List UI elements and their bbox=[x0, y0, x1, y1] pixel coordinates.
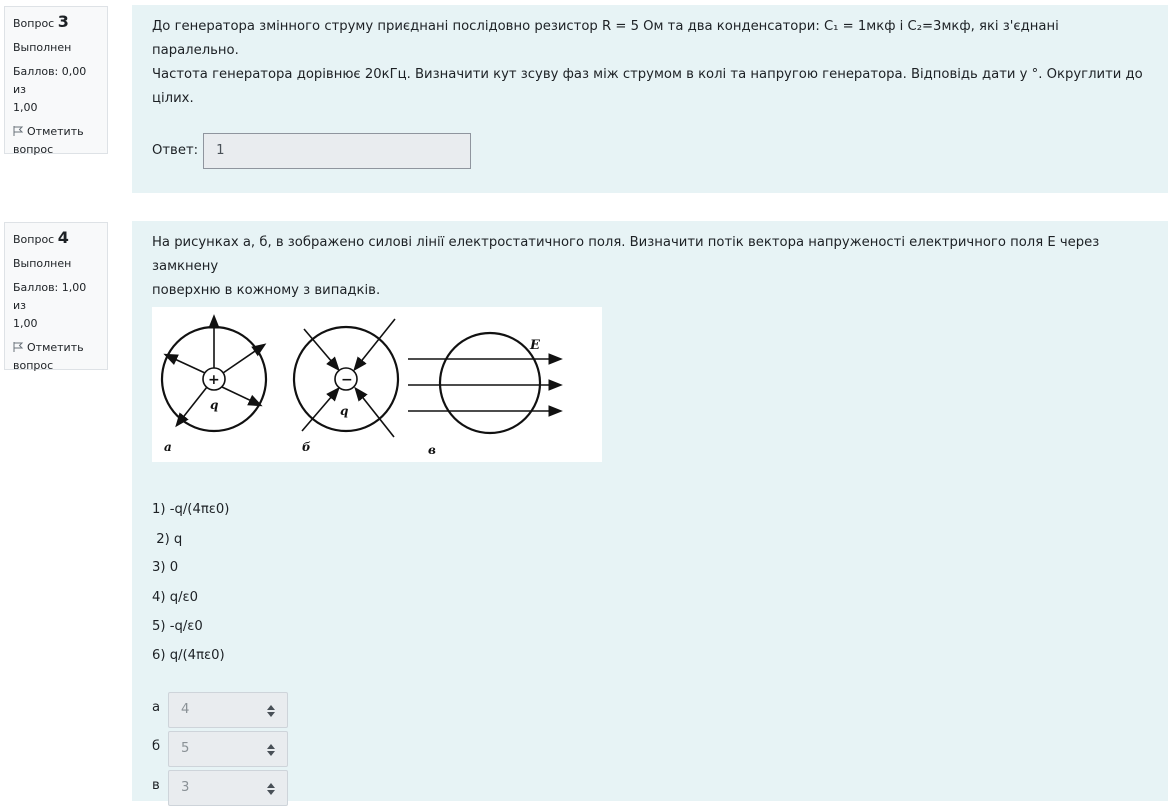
select-row-c: в 3 bbox=[152, 770, 1148, 809]
flag-label-2: вопрос bbox=[13, 359, 54, 372]
question-3-content: До генератора змінного струму приєднані … bbox=[132, 5, 1168, 193]
answer-select-c[interactable]: 3 bbox=[168, 770, 288, 806]
answer-options: 1) -q/(4πε0) 2) q 3) 0 4) q/ε0 5) -q/ε0 … bbox=[152, 498, 1148, 672]
answer-row: Ответ: 1 bbox=[152, 133, 1148, 169]
flag-label-2: вопрос bbox=[13, 143, 54, 156]
question-text: До генератора змінного струму приєднані … bbox=[152, 15, 1148, 111]
select-label: в bbox=[152, 778, 160, 793]
flag-icon bbox=[13, 126, 24, 136]
select-arrows-icon bbox=[267, 744, 275, 756]
question-text: На рисунках а, б, в зображено силові лін… bbox=[152, 231, 1148, 303]
question-label: Вопрос bbox=[13, 17, 55, 30]
flag-label-1: Отметить bbox=[27, 341, 84, 354]
question-number: Вопрос 3 bbox=[13, 13, 99, 33]
select-value: 3 bbox=[181, 780, 190, 795]
select-arrows-icon bbox=[267, 783, 275, 795]
option-item: 1) -q/(4πε0) bbox=[152, 502, 230, 517]
question-3-info: Вопрос 3 Выполнен Баллов: 0,00 из 1,00 От… bbox=[4, 6, 108, 156]
select-row-a: а 4 bbox=[152, 692, 1148, 731]
option-item: 3) 0 bbox=[152, 560, 179, 575]
match-selects: а 4 б 5 в 3 bbox=[152, 692, 1148, 809]
question-grade: Баллов: 0,00 из 1,00 bbox=[13, 63, 99, 117]
grade-line-2: 1,00 bbox=[13, 317, 38, 330]
flag-icon bbox=[13, 342, 24, 352]
minus-sign: − bbox=[341, 372, 353, 388]
question-state: Выполнен bbox=[13, 257, 72, 270]
select-label: а bbox=[152, 700, 161, 715]
grade-line-2: 1,00 bbox=[13, 101, 38, 114]
question-grade: Баллов: 1,00 из 1,00 bbox=[13, 279, 99, 333]
flag-label-1: Отметить bbox=[27, 125, 84, 138]
question-number-value: 4 bbox=[57, 228, 69, 247]
option-item: 2) q bbox=[152, 532, 183, 547]
select-value: 4 bbox=[181, 702, 190, 717]
select-arrows-icon bbox=[267, 705, 275, 717]
question-text-line: До генератора змінного струму приєднані … bbox=[152, 19, 1059, 58]
question-number-value: 3 bbox=[57, 12, 69, 31]
field-lines-figure: + q а − q б E в bbox=[152, 307, 602, 462]
answer-input[interactable]: 1 bbox=[203, 133, 472, 169]
question-state: Выполнен bbox=[13, 41, 72, 54]
figure-label-c: в bbox=[428, 443, 436, 457]
option-item: 4) q/ε0 bbox=[152, 590, 199, 605]
answer-select-b[interactable]: 5 bbox=[168, 731, 288, 767]
select-value: 5 bbox=[181, 741, 190, 756]
figure-label-b: б bbox=[302, 440, 311, 454]
question-text-line: Частота генератора дорівнює 20кГц. Визна… bbox=[152, 67, 1143, 82]
question-text-line: На рисунках а, б, в зображено силові лін… bbox=[152, 235, 1100, 274]
flag-question-link[interactable]: Отметить вопрос bbox=[13, 123, 99, 159]
select-label: б bbox=[152, 739, 161, 754]
flag-question-link[interactable]: Отметить вопрос bbox=[13, 339, 99, 375]
question-4-info: Вопрос 4 Выполнен Баллов: 1,00 из 1,00 От… bbox=[4, 222, 108, 372]
select-row-b: б 5 bbox=[152, 731, 1148, 770]
answer-select-a[interactable]: 4 bbox=[168, 692, 288, 728]
question-4-content: На рисунках а, б, в зображено силові лін… bbox=[132, 221, 1168, 806]
question-number: Вопрос 4 bbox=[13, 229, 99, 249]
grade-line-1: Баллов: 0,00 из bbox=[13, 65, 87, 96]
answer-label: Ответ: bbox=[152, 143, 199, 158]
grade-line-1: Баллов: 1,00 из bbox=[13, 281, 87, 312]
question-text-line: поверхню в кожному з випадків. bbox=[152, 283, 381, 298]
field-label-e: E bbox=[529, 338, 541, 353]
option-item: 5) -q/ε0 bbox=[152, 619, 203, 634]
question-label: Вопрос bbox=[13, 233, 55, 246]
plus-sign: + bbox=[208, 372, 220, 388]
charge-label-a: q bbox=[210, 398, 218, 412]
option-item: 6) q/(4πε0) bbox=[152, 648, 225, 663]
question-text-line: цілих. bbox=[152, 91, 194, 106]
charge-label-b: q bbox=[340, 404, 348, 418]
figure-label-a: а bbox=[164, 440, 172, 454]
